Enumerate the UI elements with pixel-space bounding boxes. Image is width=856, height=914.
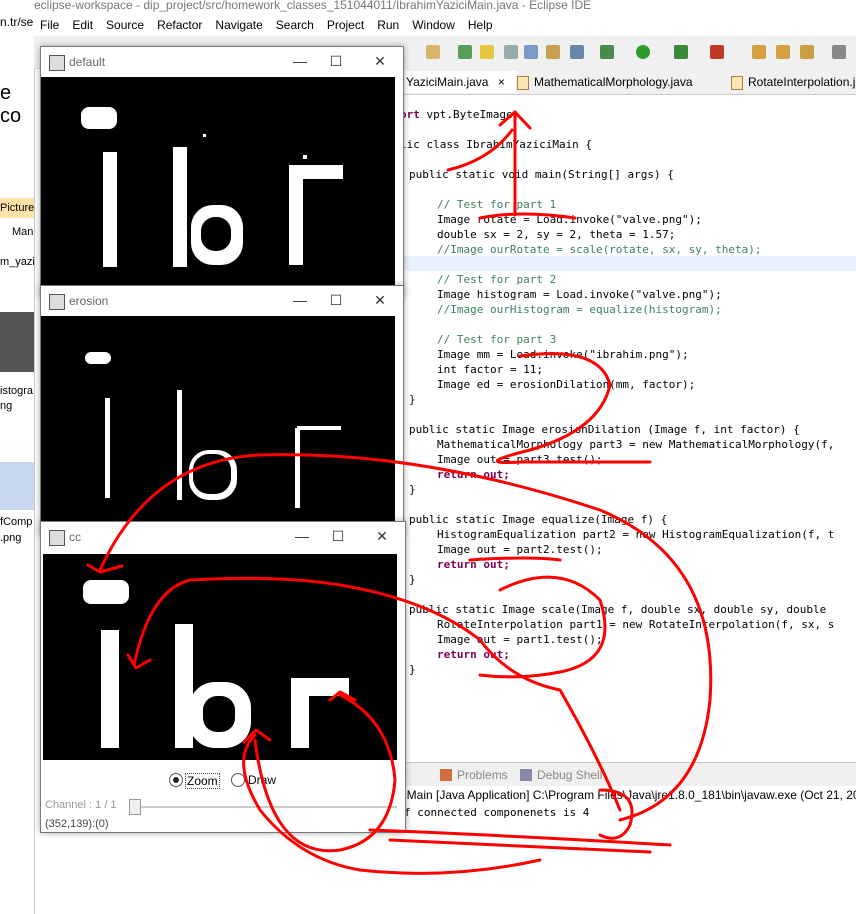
annotation-overlay — [86, 110, 713, 875]
annotation-stroke — [446, 128, 514, 172]
annotation-stroke — [98, 453, 713, 822]
annotation-stroke — [468, 556, 562, 562]
annotation-stroke — [478, 212, 577, 220]
annotation-stroke — [242, 728, 272, 744]
annotation-stroke — [495, 352, 652, 464]
annotation-stroke — [86, 563, 124, 574]
annotation-stroke — [126, 653, 152, 670]
annotation-stroke — [132, 576, 622, 812]
